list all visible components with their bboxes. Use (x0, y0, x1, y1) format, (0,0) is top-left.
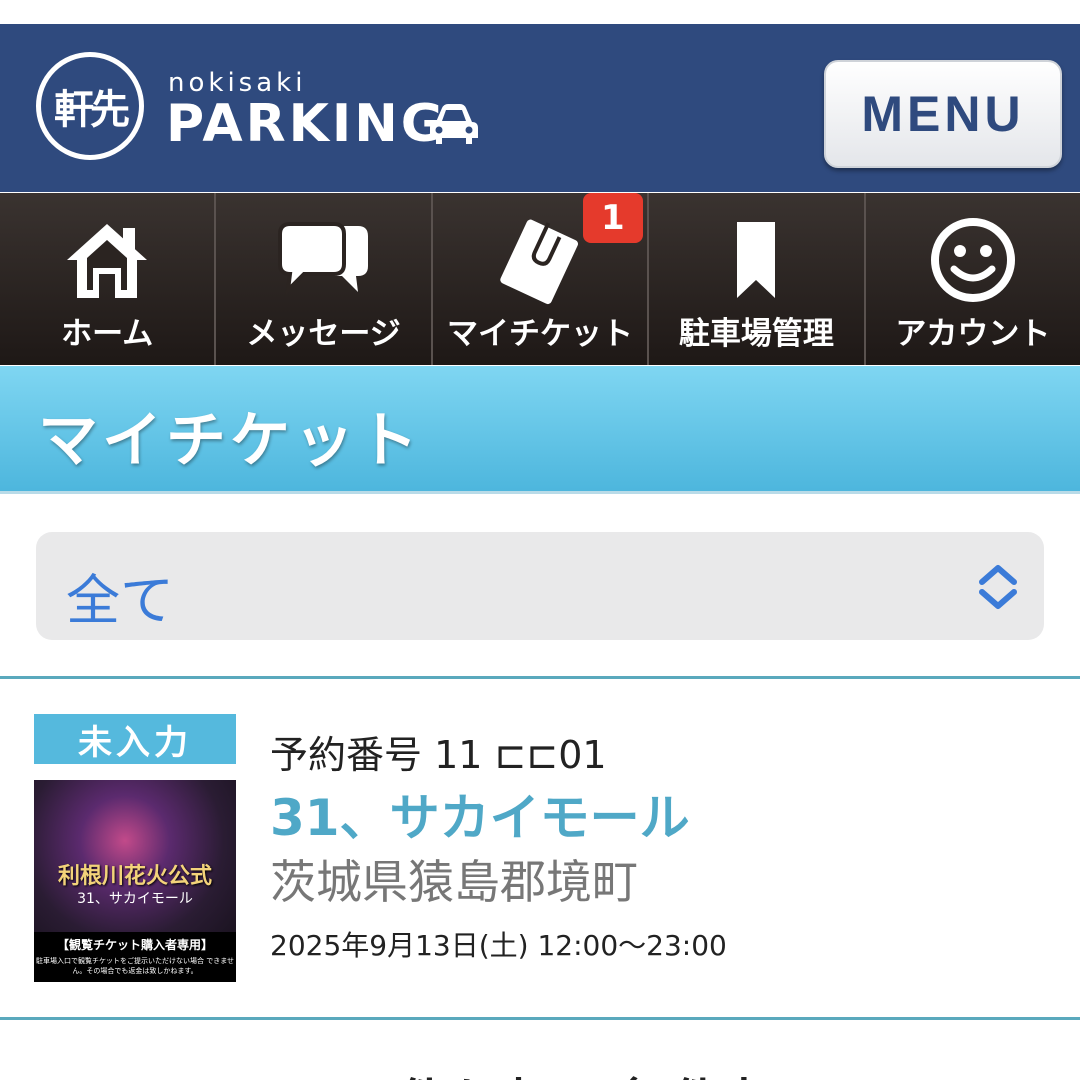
nav-item-account[interactable]: アカウント (866, 193, 1080, 365)
ticket-list-item[interactable]: 未入力 利根川花火公式 31、サカイモール 【観覧チケット購入者専用】 駐車場入… (0, 680, 1080, 1018)
nav-item-home[interactable]: ホーム (0, 193, 217, 365)
notification-badge: 1 (582, 193, 643, 243)
thumbnail-fine-print: 駐車場入口で観覧チケットをご提示いただけない場合 できません。その場合でも返金は… (35, 957, 234, 975)
event-thumbnail[interactable]: 利根川花火公式 31、サカイモール 【観覧チケット購入者専用】 駐車場入口で観覧… (34, 780, 236, 982)
list-divider-bottom (0, 1017, 1080, 1020)
reservation-label: 予約番号 (270, 733, 423, 777)
thumbnail-title: 利根川花火公式 (57, 864, 212, 889)
nav-label-messages: メッセージ (246, 316, 401, 352)
main-nav: ホーム メッセージ 1 マイチケット 駐車場管理 アカウント (0, 193, 1080, 365)
nav-label-home: ホーム (61, 316, 154, 352)
smiley-face-icon (925, 215, 1021, 305)
status-badge: 未入力 (34, 714, 236, 764)
reservation-value: 11 ⊏⊏01 (434, 733, 607, 777)
pagination-summary: 1-1件を表示（1件中 (0, 1062, 1080, 1080)
reservation-number: 予約番号 11 ⊏⊏01 (270, 724, 607, 779)
thumbnail-band-label: 【観覧チケット購入者専用】 (56, 938, 213, 952)
reservation-datetime: 2025年9月13日(土) 12:00〜23:00 (270, 929, 727, 962)
ticket-filter-select[interactable]: 全て (36, 532, 1044, 640)
parking-lot-address: 茨城県猿島郡境町 (270, 855, 638, 909)
thumbnail-notice-band: 【観覧チケット購入者専用】 駐車場入口で観覧チケットをご提示いただけない場合 で… (34, 932, 236, 982)
top-strip (0, 0, 1080, 24)
chevron-up-down-icon (979, 565, 1017, 609)
thumbnail-subtitle: 31、サカイモール (77, 891, 193, 907)
nav-item-parking-management[interactable]: 駐車場管理 (649, 193, 866, 365)
home-icon (59, 215, 155, 305)
parking-lot-name[interactable]: 31、サカイモール (270, 778, 690, 850)
brand-title: PARKING (166, 94, 447, 154)
bookmark-icon (708, 215, 804, 305)
filter-selected-value: 全て (66, 569, 174, 632)
car-icon (430, 104, 478, 144)
menu-button[interactable]: MENU (824, 60, 1062, 168)
list-divider (0, 676, 1080, 679)
app-header: 軒先 nokisaki PARKING MENU (0, 24, 1080, 192)
nav-item-my-tickets[interactable]: 1 マイチケット (433, 193, 650, 365)
logo-text: 軒先 (54, 87, 130, 133)
nav-label-account: アカウント (895, 316, 1051, 352)
ticket-icon (492, 215, 588, 305)
nav-item-messages[interactable]: メッセージ (216, 193, 433, 365)
page-title: マイチケット (38, 406, 422, 476)
nokisaki-logo[interactable]: 軒先 (36, 52, 144, 160)
chat-bubbles-icon (276, 215, 372, 305)
section-title-bar: マイチケット (0, 366, 1080, 494)
nav-label-my-tickets: マイチケット (447, 316, 634, 352)
nav-label-parking-management: 駐車場管理 (678, 316, 834, 352)
